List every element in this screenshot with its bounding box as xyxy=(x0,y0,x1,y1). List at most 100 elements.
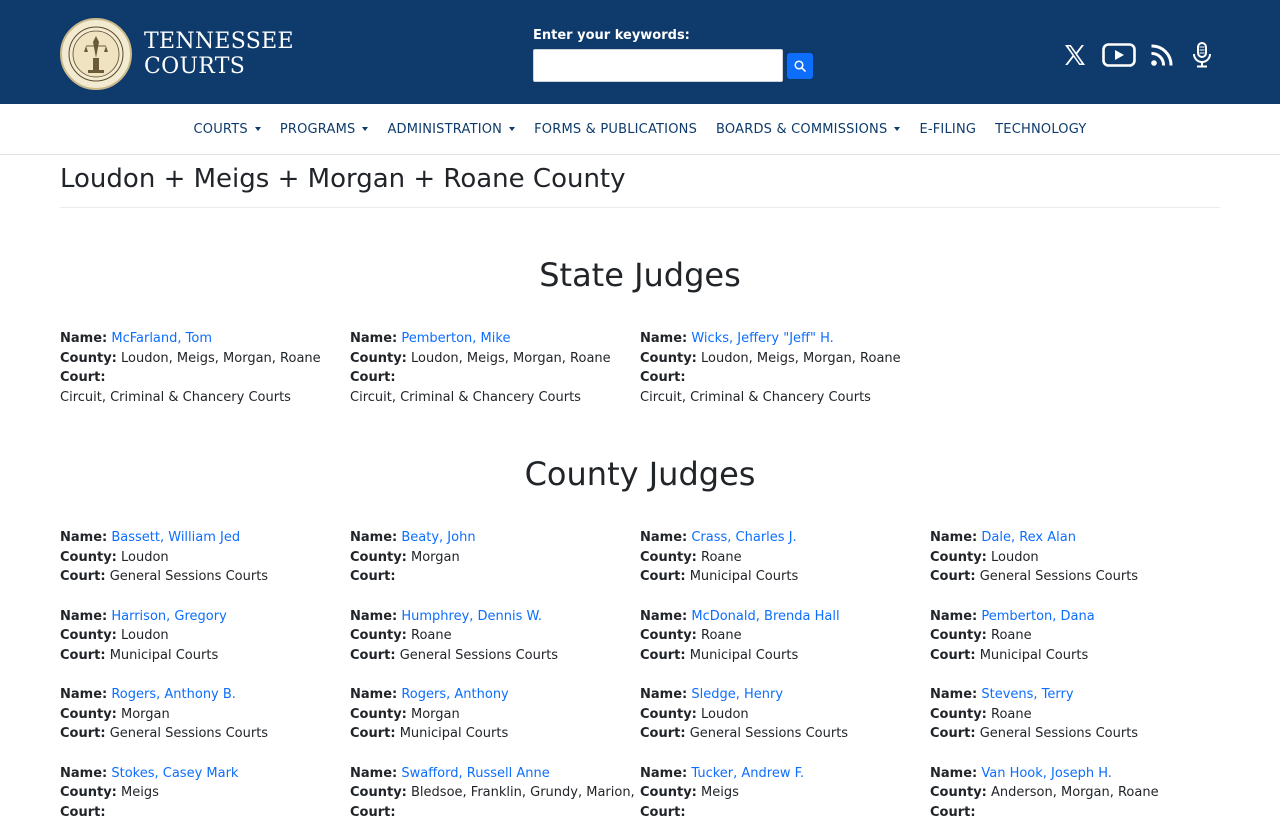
name-label: Name: xyxy=(60,530,107,545)
judge-county-row: County: Loudon xyxy=(640,705,930,725)
judge-name-link[interactable]: Stevens, Terry xyxy=(981,687,1073,702)
nav-label: FORMS & PUBLICATIONS xyxy=(534,122,697,137)
judge-name-link[interactable]: Tucker, Andrew F. xyxy=(691,766,804,781)
youtube-link[interactable] xyxy=(1102,40,1136,70)
judge-name-link[interactable]: Rogers, Anthony xyxy=(401,687,508,702)
logo-line-1: TENNESSEE xyxy=(144,29,294,54)
judge-name-link[interactable]: Stokes, Casey Mark xyxy=(111,766,238,781)
main-nav: COURTS PROGRAMS ADMINISTRATION FORMS & P… xyxy=(0,104,1280,155)
court-label: Court: xyxy=(640,370,686,385)
judge-name-row: Name: Wicks, Jeffery "Jeff" H. xyxy=(640,329,930,349)
search-input[interactable] xyxy=(533,49,783,82)
judge-county-row: County: Loudon, Meigs, Morgan, Roane xyxy=(60,349,350,369)
rss-link[interactable] xyxy=(1150,40,1174,70)
county-label: County: xyxy=(640,550,697,565)
judge-court-row: Court: General Sessions Courts xyxy=(640,724,930,744)
judge-court: General Sessions Courts xyxy=(110,569,268,584)
court-label: Court: xyxy=(350,726,396,741)
nav-programs[interactable]: PROGRAMS xyxy=(280,122,369,137)
judge-name-link[interactable]: Bassett, William Jed xyxy=(111,530,240,545)
judge-county-row: County: Loudon xyxy=(930,548,1220,568)
judge-court-row: Court: Municipal Courts xyxy=(640,646,930,666)
court-label: Court: xyxy=(930,726,976,741)
nav-technology[interactable]: TECHNOLOGY xyxy=(995,122,1086,137)
judge-court-row: Court: xyxy=(350,368,640,388)
judge-county: Roane xyxy=(991,707,1032,722)
judge-name-link[interactable]: Van Hook, Joseph H. xyxy=(981,766,1112,781)
search-block: Enter your keywords: xyxy=(533,28,813,82)
judge-county-row: County: Roane xyxy=(640,626,930,646)
name-label: Name: xyxy=(640,609,687,624)
judge-county: Roane xyxy=(701,628,742,643)
judge-county: Morgan xyxy=(411,550,460,565)
county-label: County: xyxy=(60,707,117,722)
judge-name-link[interactable]: Pemberton, Dana xyxy=(981,609,1094,624)
nav-courts[interactable]: COURTS xyxy=(194,122,261,137)
nav-forms-publications[interactable]: FORMS & PUBLICATIONS xyxy=(534,122,697,137)
judge-name-link[interactable]: Harrison, Gregory xyxy=(111,609,226,624)
judge-card: Name: Sledge, HenryCounty: LoudonCourt: … xyxy=(640,685,930,744)
judge-card: Name: Stevens, TerryCounty: RoaneCourt: … xyxy=(930,685,1220,744)
name-label: Name: xyxy=(350,687,397,702)
nav-e-filing[interactable]: E-FILING xyxy=(919,122,976,137)
judge-name-link[interactable]: Swafford, Russell Anne xyxy=(401,766,549,781)
judge-name-link[interactable]: Beaty, John xyxy=(401,530,475,545)
county-label: County: xyxy=(350,785,407,800)
name-label: Name: xyxy=(60,331,107,346)
judge-card: Name: Tucker, Andrew F. County: Meigs Cour… xyxy=(640,764,930,822)
name-label: Name: xyxy=(350,766,397,781)
x-link[interactable] xyxy=(1062,40,1088,70)
judge-county-row: County: Roane xyxy=(350,626,640,646)
judge-card: Name: Beaty, JohnCounty: MorganCourt: xyxy=(350,528,640,587)
court-label: Court: xyxy=(350,370,396,385)
nav-label: E-FILING xyxy=(919,122,976,137)
judge-name-link[interactable]: McFarland, Tom xyxy=(111,331,212,346)
site-logo[interactable]: TENNESSEE COURTS xyxy=(60,18,294,90)
name-label: Name: xyxy=(930,530,977,545)
name-label: Name: xyxy=(640,766,687,781)
judge-name-link[interactable]: McDonald, Brenda Hall xyxy=(691,609,839,624)
county-label: County: xyxy=(930,785,987,800)
judge-name-row: Name: Stevens, Terry xyxy=(930,685,1220,705)
judge-card: Name: Crass, Charles J.County: RoaneCour… xyxy=(640,528,930,587)
judge-name-link[interactable]: Crass, Charles J. xyxy=(691,530,796,545)
judge-card: Name: Pemberton, MikeCounty: Loudon, Mei… xyxy=(350,329,640,407)
county-label: County: xyxy=(930,628,987,643)
judge-county: Roane xyxy=(991,628,1032,643)
judge-county: Loudon, Meigs, Morgan, Roane xyxy=(701,351,901,366)
court-label: Court: xyxy=(60,370,106,385)
judge-county-row: County: Loudon, Meigs, Morgan, Roane xyxy=(640,349,930,369)
court-label: Court: xyxy=(640,726,686,741)
judge-court-row: Court: xyxy=(350,567,640,587)
search-button[interactable] xyxy=(787,53,813,79)
judge-county: Bledsoe, Franklin, Grundy, Marion, xyxy=(411,785,635,800)
judge-name-link[interactable]: Pemberton, Mike xyxy=(401,331,510,346)
county-label: County: xyxy=(350,628,407,643)
judge-name-link[interactable]: Humphrey, Dennis W. xyxy=(401,609,542,624)
judge-county: Meigs xyxy=(701,785,739,800)
nav-boards-commissions[interactable]: BOARDS & COMMISSIONS xyxy=(716,122,900,137)
judge-name-link[interactable]: Sledge, Henry xyxy=(691,687,783,702)
judge-county-row: County: Morgan xyxy=(60,705,350,725)
judge-county-row: County: Roane xyxy=(640,548,930,568)
county-label: County: xyxy=(640,785,697,800)
judge-court: Municipal Courts xyxy=(690,569,799,584)
judge-name-link[interactable]: Rogers, Anthony B. xyxy=(111,687,236,702)
judge-court-row: Court: xyxy=(640,803,930,822)
podcast-link[interactable] xyxy=(1190,40,1214,70)
judge-name-row: Name: Pemberton, Mike xyxy=(350,329,640,349)
judge-county: Morgan xyxy=(121,707,170,722)
name-label: Name: xyxy=(930,687,977,702)
judge-court: General Sessions Courts xyxy=(980,726,1138,741)
name-label: Name: xyxy=(350,331,397,346)
name-label: Name: xyxy=(930,609,977,624)
judge-court: Municipal Courts xyxy=(110,648,219,663)
name-label: Name: xyxy=(930,766,977,781)
judge-name-row: Name: Beaty, John xyxy=(350,528,640,548)
judge-name-link[interactable]: Dale, Rex Alan xyxy=(981,530,1076,545)
nav-administration[interactable]: ADMINISTRATION xyxy=(387,122,515,137)
judge-name-row: Name: Rogers, Anthony xyxy=(350,685,640,705)
judge-name-link[interactable]: Wicks, Jeffery "Jeff" H. xyxy=(691,331,833,346)
judge-name-row: Name: Humphrey, Dennis W. xyxy=(350,607,640,627)
judge-card: Name: Rogers, Anthony B.County: MorganCo… xyxy=(60,685,350,744)
